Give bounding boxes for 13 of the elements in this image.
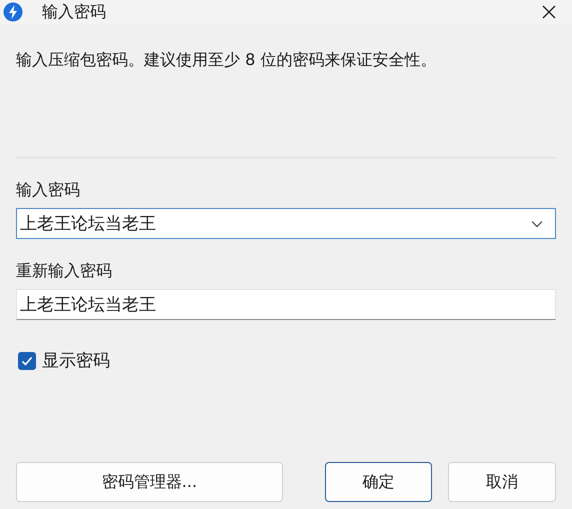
chevron-down-icon bbox=[531, 220, 543, 228]
field-label: 输入密码 bbox=[16, 179, 81, 201]
close-button[interactable] bbox=[540, 3, 558, 21]
password-field[interactable]: 上老王论坛当老王 bbox=[16, 289, 556, 320]
dialog-button[interactable]: 取消 bbox=[448, 462, 556, 502]
description-text: 输入压缩包密码。建议使用至少 8 位的密码来保证安全性。 bbox=[16, 49, 438, 71]
dialog-button[interactable]: 确定 bbox=[324, 462, 432, 502]
password-combo-field[interactable]: 上老王论坛当老王 bbox=[16, 208, 556, 239]
field-label: 重新输入密码 bbox=[16, 260, 113, 282]
checkbox-label[interactable]: 显示密码 bbox=[42, 349, 110, 372]
checkbox[interactable] bbox=[18, 352, 36, 370]
window-title: 输入密码 bbox=[42, 2, 106, 22]
dialog-button[interactable]: 密码管理器... bbox=[16, 462, 283, 502]
